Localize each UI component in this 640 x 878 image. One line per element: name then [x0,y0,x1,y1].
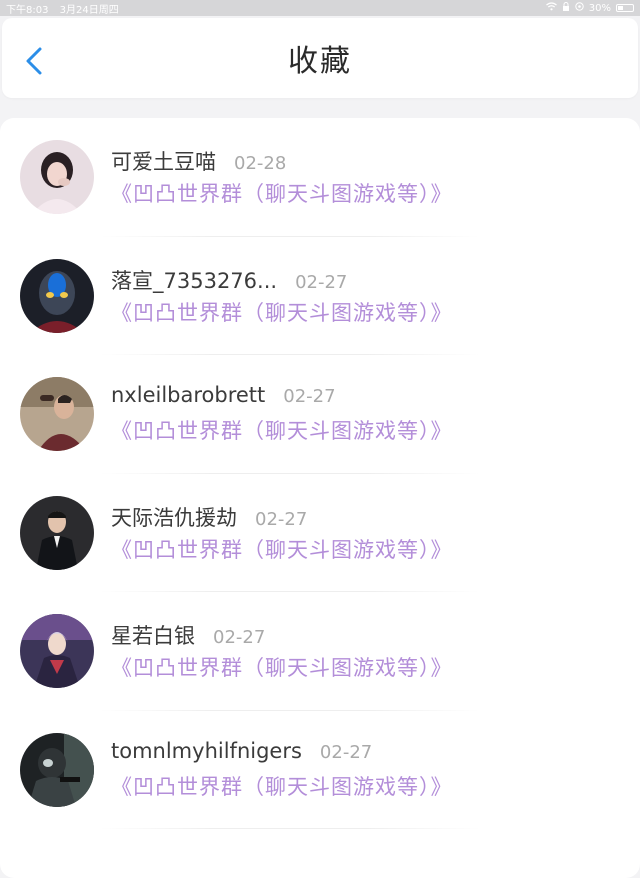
user-name: 天际浩仇援劫 [111,505,237,530]
status-time: 下午8:03 [6,4,49,16]
page-title: 收藏 [288,44,352,79]
avatar[interactable] [20,495,94,570]
battery-icon [616,4,634,12]
battery-text: 30% [588,2,611,14]
nav-header: 收藏 [2,18,638,98]
avatar[interactable] [20,732,94,807]
user-name: tomnlmyhilfnigers [111,738,302,763]
item-date: 02-27 [213,627,266,648]
item-date: 02-27 [295,271,348,293]
group-link[interactable]: 《凹凸世界群（聊天斗图游戏等）》 [111,297,453,327]
orientation-icon [575,2,584,14]
status-date: 3月24日周四 [59,4,119,16]
list-item[interactable]: nxleilbarobrett 02-27 《凹凸世界群（聊天斗图游戏等）》 [0,355,640,474]
back-button[interactable] [20,46,50,76]
item-date: 02-27 [319,741,373,763]
item-date: 02-28 [234,153,287,174]
divider [100,828,480,829]
list-item[interactable]: 星若白银 02-27 《凹凸世界群（聊天斗图游戏等）》 [0,592,640,711]
list-item[interactable]: 落宣_7353276... 02-27 《凹凸世界群（聊天斗图游戏等）》 [0,237,640,355]
item-date: 02-27 [283,386,336,407]
favorites-list: 可爱土豆喵 02-28 《凹凸世界群（聊天斗图游戏等）》 落宣_7353276.… [0,118,640,878]
group-link[interactable]: 《凹凸世界群（聊天斗图游戏等）》 [111,771,453,801]
list-item[interactable]: 天际浩仇援劫 02-27 《凹凸世界群（聊天斗图游戏等）》 [0,474,640,592]
item-date: 02-27 [255,508,308,530]
group-link[interactable]: 《凹凸世界群（聊天斗图游戏等）》 [111,415,453,445]
group-link[interactable]: 《凹凸世界群（聊天斗图游戏等）》 [111,534,453,564]
user-name: 星若白银 [111,624,195,648]
group-link[interactable]: 《凹凸世界群（聊天斗图游戏等）》 [111,178,453,208]
avatar[interactable] [20,258,94,333]
chevron-left-icon [26,47,42,75]
list-item[interactable]: 可爱土豆喵 02-28 《凹凸世界群（聊天斗图游戏等）》 [0,118,640,237]
avatar[interactable] [20,614,94,688]
user-name: nxleilbarobrett [111,383,266,407]
lock-icon [562,2,570,14]
avatar[interactable] [20,377,94,451]
avatar[interactable] [20,140,94,214]
status-bar: 下午8:03 3月24日周四 30% [0,0,640,16]
list-item[interactable]: tomnlmyhilfnigers 02-27 《凹凸世界群（聊天斗图游戏等）》 [0,711,640,829]
user-name: 可爱土豆喵 [111,150,216,174]
user-name: 落宣_7353276... [111,268,278,293]
wifi-icon [545,2,557,14]
group-link[interactable]: 《凹凸世界群（聊天斗图游戏等）》 [111,652,453,682]
